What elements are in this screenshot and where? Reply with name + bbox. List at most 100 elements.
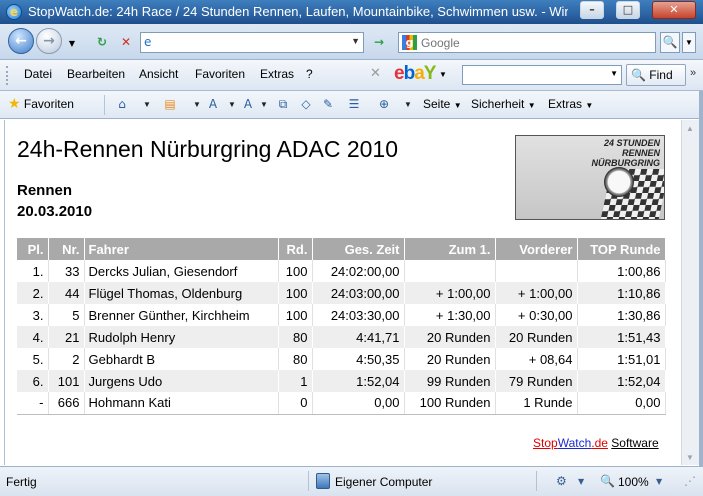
menu-help[interactable]: ? [306, 67, 313, 81]
cell-driver: Gebhardt B [84, 348, 279, 370]
col-header-number[interactable]: Nr. [48, 238, 85, 260]
resize-grip-icon[interactable]: ⋰ [684, 474, 696, 488]
cell-best-lap: 1:52,04 [577, 370, 666, 392]
title-bar: e StopWatch.de: 24h Race / 24 Stunden Re… [0, 0, 703, 24]
address-input[interactable]: e ▼ [140, 32, 364, 53]
zoom-level[interactable]: 100% [618, 475, 649, 489]
stopwatch-icon [604, 167, 634, 197]
menu-datei[interactable]: Datei [24, 67, 52, 81]
find-label: Find [649, 68, 673, 82]
page-icon: e [144, 35, 152, 49]
chevron-down-icon[interactable]: ▼ [351, 36, 360, 46]
chevron-down-icon[interactable]: ▼ [439, 70, 447, 79]
research-icon[interactable]: ⧉ [275, 96, 291, 112]
safety-menu[interactable]: Sicherheit ▼ [471, 97, 536, 111]
chevron-down-icon[interactable]: ▼ [656, 477, 662, 486]
cell-total-time: 24:02:00,00 [312, 260, 405, 282]
vertical-scrollbar[interactable]: ▲ ▼ [681, 120, 699, 465]
col-header-gap-previous[interactable]: Vorderer [495, 238, 578, 260]
zoom-icon[interactable]: ⊕ [376, 96, 392, 112]
col-header-laps[interactable]: Rd. [278, 238, 313, 260]
cell-best-lap: 1:30,86 [577, 304, 666, 326]
find-button[interactable]: 🔍 Find [626, 64, 686, 86]
tools-menu[interactable]: Extras ▼ [548, 97, 593, 111]
history-dropdown-icon[interactable]: ▼ [63, 35, 81, 53]
maximize-button[interactable]: □ [616, 1, 640, 19]
logo-text: 24 STUNDEN RENNEN NÜRBURGRING [591, 138, 661, 168]
font-icon[interactable]: A [240, 96, 256, 112]
col-header-total-time[interactable]: Ges. Zeit [312, 238, 405, 260]
menu-ansicht[interactable]: Ansicht [139, 67, 178, 81]
html-source-icon[interactable]: ◇ [298, 96, 314, 112]
blog-icon[interactable]: ☰ [346, 96, 362, 112]
cell-number: 2 [48, 348, 85, 370]
col-header-place[interactable]: Pl. [17, 238, 49, 260]
status-bar: Fertig Eigener Computer ⚙ ▼ 🔍 100% ▼ ⋰ [0, 466, 703, 496]
stopwatch-software-link[interactable]: StopWatch.de Software [533, 436, 659, 450]
search-input[interactable] [421, 34, 641, 51]
cell-best-lap: 0,00 [577, 392, 666, 415]
safety-menu-label: Sicherheit [471, 97, 525, 111]
close-button[interactable]: ✕ [652, 1, 696, 19]
col-header-driver[interactable]: Fahrer [84, 238, 279, 260]
protected-mode-icon[interactable]: ⚙ [556, 474, 567, 488]
cell-total-time: 4:41,71 [312, 326, 405, 348]
search-options-icon[interactable]: ▼ [682, 32, 696, 53]
favorites-button[interactable]: ★ Favoriten [8, 96, 74, 112]
security-zone-label[interactable]: Eigener Computer [335, 475, 432, 489]
chevron-right-icon[interactable]: » [690, 67, 696, 79]
chevron-down-icon[interactable]: ▼ [610, 69, 618, 78]
separator [536, 471, 537, 491]
footer-watch: Watch [557, 436, 592, 450]
table-row: 1. 33 Dercks Julian, Giesendorf 100 24:02:00… [17, 260, 666, 282]
magnifier-icon[interactable]: 🔍 [600, 474, 615, 488]
cell-place: - [17, 392, 49, 415]
table-row: 5. 2 Gebhardt B 80 4:50,35 20 Runden + 08,64 1:… [17, 348, 666, 370]
text-size-icon[interactable]: A [205, 96, 221, 112]
col-header-best-lap[interactable]: TOP Runde [577, 238, 666, 260]
chevron-down-icon[interactable]: ▼ [260, 100, 268, 109]
race-logo: 24 STUNDEN RENNEN NÜRBURGRING [515, 135, 665, 220]
cell-number: 101 [48, 370, 85, 392]
page-title: 24h-Rennen Nürburgring ADAC 2010 [17, 136, 399, 162]
chevron-down-icon[interactable]: ▼ [228, 100, 236, 109]
window-frame [699, 91, 703, 496]
stop-button[interactable]: ✕ [117, 33, 135, 51]
go-button[interactable]: → [370, 33, 388, 51]
forward-button[interactable]: → [36, 28, 62, 54]
ebay-logo[interactable]: ebaY [394, 63, 436, 85]
magnifier-icon: 🔍 [631, 68, 646, 82]
cell-number: 33 [48, 260, 85, 282]
cell-gap-first [404, 260, 496, 282]
chevron-down-icon[interactable]: ▼ [578, 477, 584, 486]
chevron-down-icon[interactable]: ▼ [143, 100, 151, 109]
edit-icon[interactable]: ✎ [320, 96, 336, 112]
menu-bearbeiten[interactable]: Bearbeiten [67, 67, 125, 81]
rss-feed-icon[interactable]: ▤ [162, 96, 178, 112]
chevron-down-icon[interactable]: ▼ [404, 100, 412, 109]
cell-gap-previous: 20 Runden [495, 326, 578, 348]
chevron-down-icon: ▼ [453, 101, 462, 110]
cell-laps: 100 [278, 260, 313, 282]
scroll-up-icon[interactable]: ▲ [686, 124, 694, 133]
refresh-button[interactable]: ↻ [93, 33, 111, 51]
cell-best-lap: 1:51,01 [577, 348, 666, 370]
cell-place: 2. [17, 282, 49, 304]
page-menu[interactable]: Seite ▼ [423, 97, 462, 111]
scroll-down-icon[interactable]: ▼ [686, 453, 694, 462]
menu-favoriten[interactable]: Favoriten [195, 67, 245, 81]
menu-extras[interactable]: Extras [260, 67, 294, 81]
ebay-search-input[interactable]: ▼ [462, 65, 622, 85]
search-button[interactable]: 🔍 [660, 32, 680, 53]
minimize-button[interactable]: – [580, 1, 604, 19]
home-icon[interactable]: ⌂ [114, 96, 130, 112]
cell-laps: 100 [278, 304, 313, 326]
chevron-down-icon[interactable]: ▼ [193, 100, 201, 109]
close-toolbar-icon[interactable]: ✕ [370, 66, 381, 81]
footer-stop: Stop [533, 436, 558, 450]
col-header-gap-first[interactable]: Zum 1. [404, 238, 496, 260]
cell-best-lap: 1:10,86 [577, 282, 666, 304]
back-button[interactable]: ← [8, 28, 34, 54]
cell-number: 21 [48, 326, 85, 348]
cell-gap-previous: 79 Runden [495, 370, 578, 392]
